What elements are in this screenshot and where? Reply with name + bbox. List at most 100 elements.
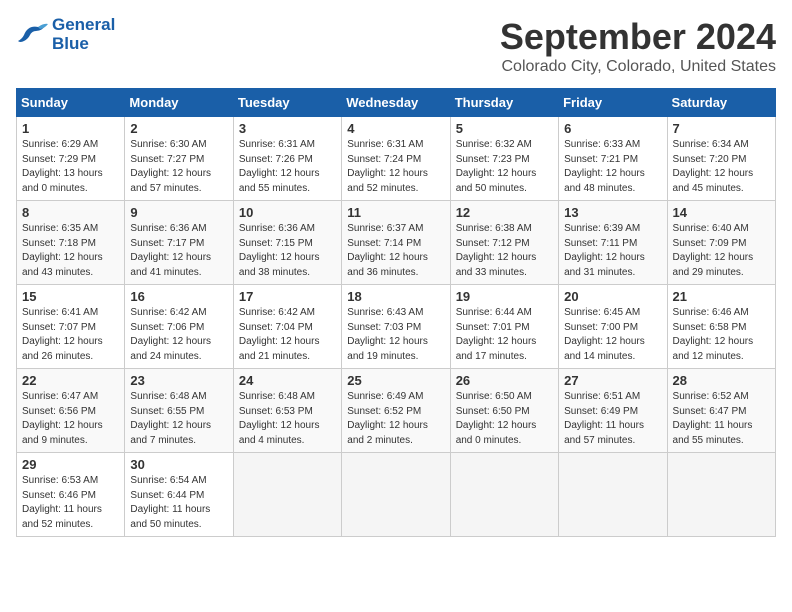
day-number: 28 [673,373,770,388]
day-number: 23 [130,373,227,388]
calendar-cell: 25 Sunrise: 6:49 AM Sunset: 6:52 PM Dayli… [342,369,450,453]
calendar-cell [667,453,775,537]
day-info: Sunrise: 6:43 AM Sunset: 7:03 PM Dayligh… [347,306,444,364]
day-info: Sunrise: 6:46 AM Sunset: 6:58 PM Dayligh… [673,306,770,364]
calendar-cell: 12Sunrise: 6:38 AM Sunset: 7:12 PM Dayli… [450,201,558,285]
day-number: 13 [564,205,661,220]
calendar-cell [233,453,341,537]
calendar-week-row: 29Sunrise: 6:53 AM Sunset: 6:46 PM Dayli… [17,453,776,537]
calendar-cell: 28 Sunrise: 6:52 AM Sunset: 6:47 PM Dayli… [667,369,775,453]
day-info: Sunrise: 6:35 AM Sunset: 7:18 PM Dayligh… [22,222,119,280]
calendar-cell: 10Sunrise: 6:36 AM Sunset: 7:15 PM Dayli… [233,201,341,285]
day-number: 6 [564,121,661,136]
day-number: 15 [22,289,119,304]
header-friday: Friday [559,89,667,117]
calendar-cell: 21 Sunrise: 6:46 AM Sunset: 6:58 PM Dayli… [667,285,775,369]
day-info: Sunrise: 6:30 AM Sunset: 7:27 PM Dayligh… [130,138,227,196]
calendar-cell: 14Sunrise: 6:40 AM Sunset: 7:09 PM Dayli… [667,201,775,285]
day-number: 9 [130,205,227,220]
location-subtitle: Colorado City, Colorado, United States [500,58,776,76]
calendar-cell: 2 Sunrise: 6:30 AM Sunset: 7:27 PM Daylig… [125,117,233,201]
day-number: 3 [239,121,336,136]
day-info: Sunrise: 6:36 AM Sunset: 7:17 PM Dayligh… [130,222,227,280]
calendar-cell: 15 Sunrise: 6:41 AM Sunset: 7:07 PM Dayli… [17,285,125,369]
day-info: Sunrise: 6:48 AM Sunset: 6:53 PM Dayligh… [239,390,336,448]
day-number: 21 [673,289,770,304]
calendar-cell: 1 Sunrise: 6:29 AM Sunset: 7:29 PM Daylig… [17,117,125,201]
logo-icon [16,21,48,49]
logo-text: General Blue [52,16,115,53]
day-number: 11 [347,205,444,220]
header-tuesday: Tuesday [233,89,341,117]
day-info: Sunrise: 6:45 AM Sunset: 7:00 PM Dayligh… [564,306,661,364]
page-header: General Blue September 2024 Colorado Cit… [16,16,776,76]
calendar-cell: 20 Sunrise: 6:45 AM Sunset: 7:00 PM Dayli… [559,285,667,369]
calendar-week-row: 8Sunrise: 6:35 AM Sunset: 7:18 PM Daylig… [17,201,776,285]
calendar-cell: 13 Sunrise: 6:39 AM Sunset: 7:11 PM Dayli… [559,201,667,285]
day-info: Sunrise: 6:47 AM Sunset: 6:56 PM Dayligh… [22,390,119,448]
calendar-header-row: SundayMondayTuesdayWednesdayThursdayFrid… [17,89,776,117]
day-number: 30 [130,457,227,472]
calendar-cell [450,453,558,537]
day-number: 26 [456,373,553,388]
title-section: September 2024 Colorado City, Colorado, … [500,16,776,76]
day-info: Sunrise: 6:29 AM Sunset: 7:29 PM Dayligh… [22,138,119,196]
day-number: 12 [456,205,553,220]
day-info: Sunrise: 6:48 AM Sunset: 6:55 PM Dayligh… [130,390,227,448]
calendar-cell: 4Sunrise: 6:31 AM Sunset: 7:24 PM Daylig… [342,117,450,201]
day-number: 7 [673,121,770,136]
calendar-cell: 8Sunrise: 6:35 AM Sunset: 7:18 PM Daylig… [17,201,125,285]
calendar-cell: 6 Sunrise: 6:33 AM Sunset: 7:21 PM Daylig… [559,117,667,201]
day-info: Sunrise: 6:31 AM Sunset: 7:24 PM Dayligh… [347,138,444,196]
header-wednesday: Wednesday [342,89,450,117]
day-info: Sunrise: 6:53 AM Sunset: 6:46 PM Dayligh… [22,474,119,532]
logo: General Blue [16,16,115,53]
day-number: 10 [239,205,336,220]
day-info: Sunrise: 6:34 AM Sunset: 7:20 PM Dayligh… [673,138,770,196]
day-number: 20 [564,289,661,304]
day-number: 17 [239,289,336,304]
calendar-cell: 18Sunrise: 6:43 AM Sunset: 7:03 PM Dayli… [342,285,450,369]
day-number: 25 [347,373,444,388]
day-info: Sunrise: 6:49 AM Sunset: 6:52 PM Dayligh… [347,390,444,448]
header-sunday: Sunday [17,89,125,117]
day-info: Sunrise: 6:31 AM Sunset: 7:26 PM Dayligh… [239,138,336,196]
day-info: Sunrise: 6:40 AM Sunset: 7:09 PM Dayligh… [673,222,770,280]
day-info: Sunrise: 6:33 AM Sunset: 7:21 PM Dayligh… [564,138,661,196]
day-info: Sunrise: 6:41 AM Sunset: 7:07 PM Dayligh… [22,306,119,364]
day-info: Sunrise: 6:54 AM Sunset: 6:44 PM Dayligh… [130,474,227,532]
calendar-cell: 23 Sunrise: 6:48 AM Sunset: 6:55 PM Dayli… [125,369,233,453]
calendar-cell: 27 Sunrise: 6:51 AM Sunset: 6:49 PM Dayli… [559,369,667,453]
calendar-cell: 17 Sunrise: 6:42 AM Sunset: 7:04 PM Dayli… [233,285,341,369]
calendar-cell: 7 Sunrise: 6:34 AM Sunset: 7:20 PM Daylig… [667,117,775,201]
calendar-cell: 24 Sunrise: 6:48 AM Sunset: 6:53 PM Dayli… [233,369,341,453]
calendar-table: SundayMondayTuesdayWednesdayThursdayFrid… [16,88,776,537]
day-number: 5 [456,121,553,136]
day-number: 19 [456,289,553,304]
calendar-cell: 29Sunrise: 6:53 AM Sunset: 6:46 PM Dayli… [17,453,125,537]
calendar-cell [559,453,667,537]
header-monday: Monday [125,89,233,117]
calendar-week-row: 1 Sunrise: 6:29 AM Sunset: 7:29 PM Daylig… [17,117,776,201]
day-number: 27 [564,373,661,388]
calendar-cell: 9 Sunrise: 6:36 AM Sunset: 7:17 PM Daylig… [125,201,233,285]
day-number: 1 [22,121,119,136]
day-info: Sunrise: 6:32 AM Sunset: 7:23 PM Dayligh… [456,138,553,196]
day-number: 22 [22,373,119,388]
day-info: Sunrise: 6:50 AM Sunset: 6:50 PM Dayligh… [456,390,553,448]
calendar-week-row: 15 Sunrise: 6:41 AM Sunset: 7:07 PM Dayli… [17,285,776,369]
day-info: Sunrise: 6:39 AM Sunset: 7:11 PM Dayligh… [564,222,661,280]
day-info: Sunrise: 6:42 AM Sunset: 7:04 PM Dayligh… [239,306,336,364]
calendar-week-row: 22 Sunrise: 6:47 AM Sunset: 6:56 PM Dayli… [17,369,776,453]
calendar-cell: 19Sunrise: 6:44 AM Sunset: 7:01 PM Dayli… [450,285,558,369]
day-info: Sunrise: 6:52 AM Sunset: 6:47 PM Dayligh… [673,390,770,448]
calendar-cell: 22 Sunrise: 6:47 AM Sunset: 6:56 PM Dayli… [17,369,125,453]
calendar-cell: 16Sunrise: 6:42 AM Sunset: 7:06 PM Dayli… [125,285,233,369]
day-number: 24 [239,373,336,388]
calendar-cell [342,453,450,537]
calendar-cell: 5 Sunrise: 6:32 AM Sunset: 7:23 PM Daylig… [450,117,558,201]
day-number: 2 [130,121,227,136]
day-info: Sunrise: 6:51 AM Sunset: 6:49 PM Dayligh… [564,390,661,448]
header-saturday: Saturday [667,89,775,117]
calendar-cell: 11Sunrise: 6:37 AM Sunset: 7:14 PM Dayli… [342,201,450,285]
